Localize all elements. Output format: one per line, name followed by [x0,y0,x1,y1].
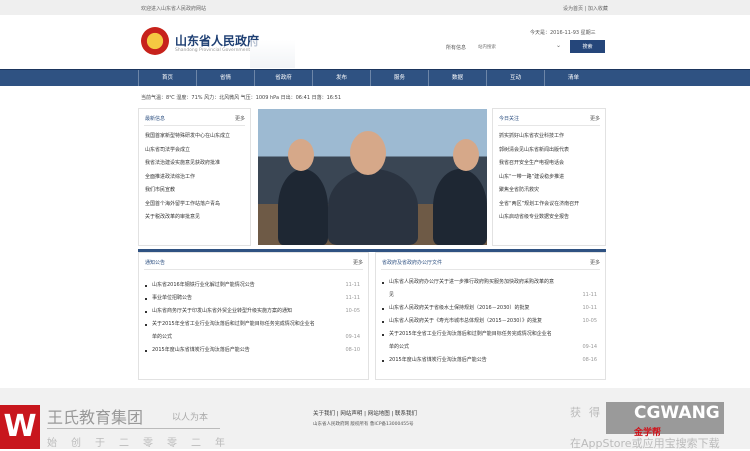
nav-item-interaction[interactable]: 互动 [486,70,544,86]
list-item[interactable]: 山东省2016年钢铁行业化解过剩产能情况公告 11-11 [139,279,368,292]
news-photo[interactable] [258,109,487,245]
building-graphic [250,40,295,68]
list-item[interactable]: 全国首个海外留学工作站落户青岛 [139,198,250,212]
more-link[interactable]: 更多 [353,259,363,266]
nav-item-service[interactable]: 服务 [370,70,428,86]
watermark-slogan: 以人为本 [172,413,209,423]
list-item[interactable]: 山东启动省级专业数据安全报告 [493,211,605,225]
list-item[interactable]: 见 11-11 [376,289,605,302]
panel-title: 省政府及省政府办公厅文件 [382,260,443,266]
nav-item-release[interactable]: 发布 [312,70,370,86]
list-item[interactable]: 关于2015年全省工业行业淘汰落后和过剩产能目标任务完成情况和企业名 [376,328,605,341]
list-item[interactable]: 山东省人民政府办公厅关于进一步推行政府购买服务加快政府采购改革的意 [376,276,605,289]
list-item[interactable]: 我省法治建设实施意见获政府批准 [139,157,250,171]
welcome-text: 欢迎进入山东省人民政府网站 [141,6,207,12]
top-bar: 欢迎进入山东省人民政府网站 设为首页 | 加入收藏 [0,0,750,15]
list-item[interactable]: 山东省人民政府关于《寿光市城市总体规划（2015－2030）》的批复 10-05 [376,315,605,328]
topbar-links[interactable]: 设为首页 | 加入收藏 [563,5,608,12]
list-item[interactable]: 全面推进政法综治工作 [139,171,250,185]
nav-item-home[interactable]: 首页 [138,70,196,86]
more-link[interactable]: 更多 [590,259,600,266]
site-subtitle: Shandong Provincial Government [175,48,251,53]
list-item[interactable]: 山东“一带一路”建设稳步推进 [493,171,605,185]
more-link[interactable]: 更多 [590,115,600,122]
list-item[interactable]: 事业单位招聘公告 11-11 [139,292,368,305]
watermark-brand: CGWANG 金学帮 [606,402,724,438]
list-item[interactable]: 山东省司法学会成立 [139,144,250,158]
latest-info-panel: 最新信息 更多 我国首家新型特殊研发中心在山东成立 山东省司法学会成立 我省法治建… [138,108,251,246]
nav-item-province[interactable]: 省情 [196,70,254,86]
list-item[interactable]: 抓实抓好山东省农业科技工作 [493,130,605,144]
watermark-name: 王氏教育集团 [47,408,144,427]
nav-item-government[interactable]: 省政府 [254,70,312,86]
list-item[interactable]: 全省“两区”规划工作会议在济南召开 [493,198,605,212]
list-item[interactable]: 关于税改改革的审批意见 [139,211,250,225]
national-emblem-logo [141,27,169,55]
list-item[interactable]: 我国首家新型特殊研发中心在山东成立 [139,130,250,144]
search-input[interactable] [472,40,568,53]
main-nav: 首页 省情 省政府 发布 服务 数据 互动 清单 [0,69,750,86]
weather-info: 当前气温：8℃ 湿度：71% 风力：北风微风 气压：1009 hPa 日出：06… [141,95,342,101]
list-item[interactable]: 我省召开安全生产电视电话会 [493,157,605,171]
list-item[interactable]: 山东省人民政府关于省级水土保持规划（2016－2030）的批复 10-11 [376,302,605,315]
chevron-down-icon[interactable]: ⌄ [556,42,561,49]
search-scope-label[interactable]: 所有信息 [446,44,466,51]
documents-panel: 省政府及省政府办公厅文件 更多 山东省人民政府办公厅关于进一步推行政府购买服务加快… [375,252,606,380]
list-item[interactable]: 关于2015年全省工业行业淘汰落后和过剩产能目标任务完成情况和企业名 [139,318,368,331]
date-text: 今天是：2016-11-93 星期三 [530,30,596,36]
list-item[interactable]: 聚焦全省防汛救灾 [493,184,605,198]
list-item[interactable]: 2015年度山东省煤炭行业淘汰落后产能公告 08-10 [139,344,368,357]
today-focus-panel: 今日关注 更多 抓实抓好山东省农业科技工作 郭树清会见山东省新闻出版代表 我省召开… [492,108,606,246]
list-item[interactable]: 2015年度山东省煤炭行业淘汰落后产能公告 08-16 [376,354,605,367]
footer-copyright: 山东省人民政府网 版权所有 鲁ICP备13000455号 [313,422,414,427]
panel-title: 今日关注 [499,116,520,122]
search-button[interactable]: 搜索 [570,40,605,53]
more-link[interactable]: 更多 [235,115,245,122]
watermark-logo: W [0,405,40,449]
list-item[interactable]: 单的公式 09-14 [139,331,368,344]
nav-item-data[interactable]: 数据 [428,70,486,86]
watermark-divider [47,428,220,429]
nav-item-list[interactable]: 清单 [544,70,602,86]
list-item[interactable]: 单的公式 09-14 [376,341,605,354]
list-item[interactable]: 山东省商务厅关于印发山东省外贸企业转型升级实施方案的通知 10-05 [139,305,368,318]
panel-title: 通知公告 [145,260,166,266]
notice-panel: 通知公告 更多 山东省2016年钢铁行业化解过剩产能情况公告 11-11 事业单位招… [138,252,369,380]
list-item[interactable]: 郭树清会见山东省新闻出版代表 [493,144,605,158]
watermark-subtitle: 始创于二零零二年 [47,438,239,449]
site-title[interactable]: 山东省人民政府 [175,32,259,49]
list-item[interactable]: 我们市民宣教 [139,184,250,198]
footer-links[interactable]: 关于我们 | 网站声明 | 网站地图 | 联系我们 [313,409,417,417]
panel-title: 最新信息 [145,116,166,122]
